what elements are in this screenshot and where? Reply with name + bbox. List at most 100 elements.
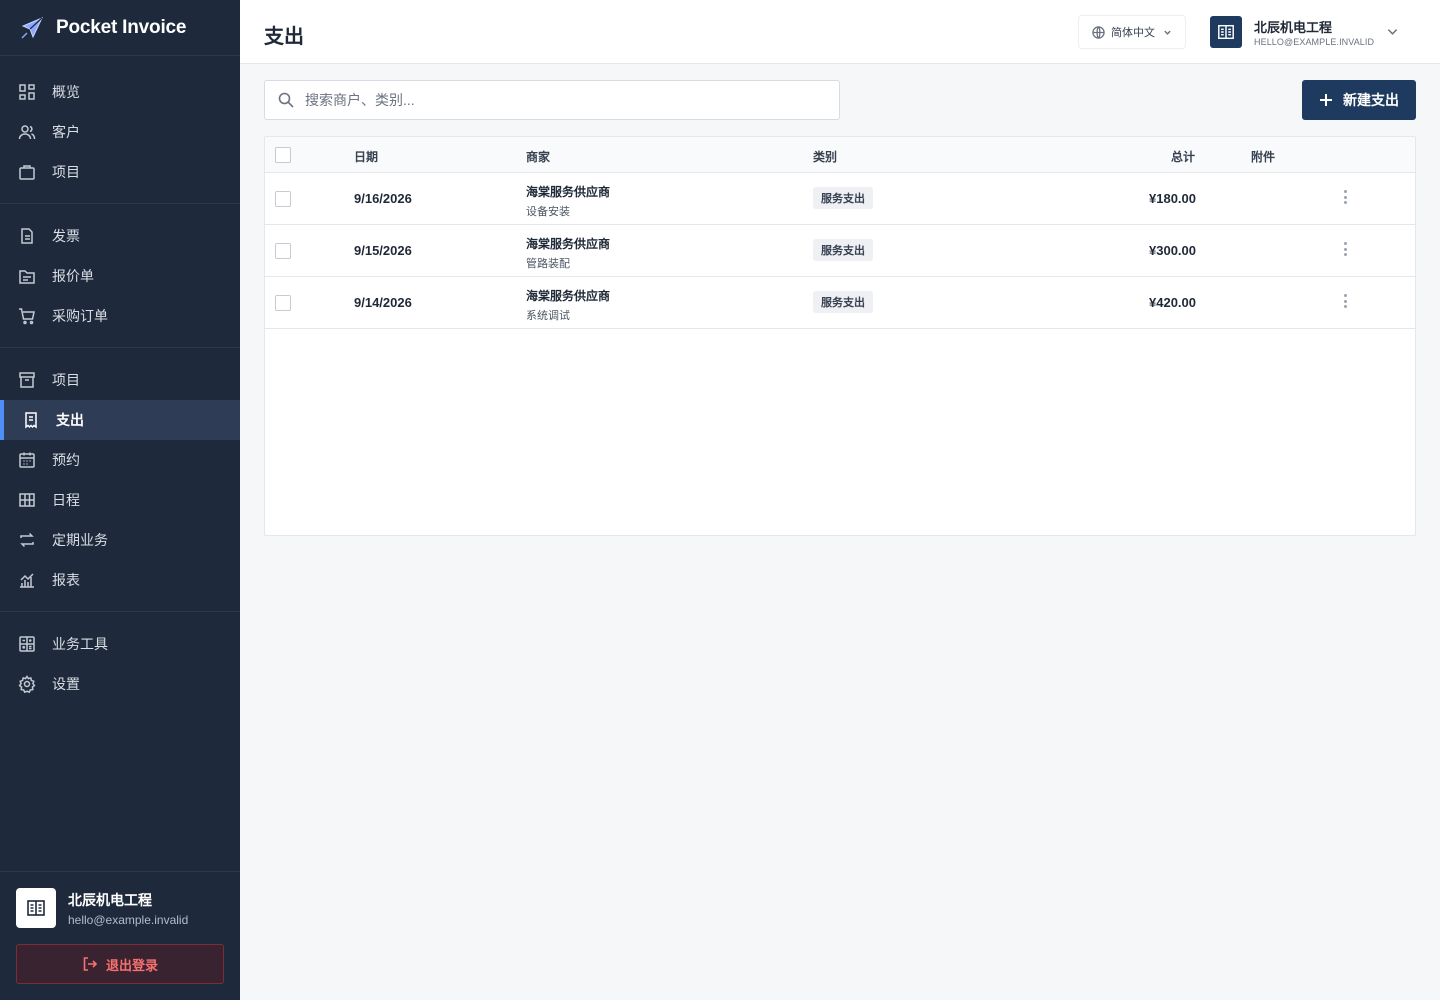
kebab-dot	[1343, 299, 1347, 303]
sidebar-item-business-tools[interactable]: 业务工具	[0, 624, 240, 664]
row-checkbox[interactable]	[275, 191, 291, 207]
sidebar-item-overview[interactable]: 概览	[0, 72, 240, 112]
expense-total: ¥300.00	[1149, 243, 1196, 258]
kebab-dot	[1343, 253, 1347, 256]
footer-company-name: 北辰机电工程	[68, 891, 152, 908]
top-header: 支出 简体中文 北辰机电工程 HELLO@EXAMPLE.INVALID	[240, 0, 1440, 64]
category-badge: 服务支出	[813, 187, 873, 209]
receipt-icon	[22, 411, 40, 429]
chart-icon	[18, 571, 36, 589]
sidebar-item-invoices[interactable]: 发票	[0, 216, 240, 256]
kebab-dot	[1343, 201, 1347, 204]
search-input[interactable]	[305, 92, 805, 108]
expense-total: ¥420.00	[1149, 295, 1196, 310]
sidebar-item-clients[interactable]: 客户	[0, 112, 240, 152]
sidebar-item-purchase-orders[interactable]: 采购订单	[0, 296, 240, 336]
company-avatar	[16, 888, 56, 928]
kebab-dot	[1343, 294, 1347, 297]
sidebar-footer: 北辰机电工程 hello@example.invalid 退出登录	[0, 871, 240, 1000]
building-icon	[27, 900, 45, 916]
sidebar: Pocket Invoice 概览 客户 项目 发票 报价单 采购订单 项目 支…	[0, 0, 240, 1000]
merchant-name: 海棠服务供应商	[526, 185, 611, 199]
search-box	[264, 80, 840, 120]
sidebar-item-recurring[interactable]: 定期业务	[0, 520, 240, 560]
account-menu[interactable]: 北辰机电工程 HELLO@EXAMPLE.INVALID	[1210, 15, 1410, 49]
kebab-dot	[1343, 190, 1347, 193]
logout-icon	[83, 957, 98, 971]
language-label: 简体中文	[1111, 27, 1155, 39]
row-checkbox[interactable]	[275, 295, 291, 311]
sidebar-item-label: 报表	[52, 572, 80, 588]
column-category[interactable]: 类别	[813, 148, 837, 165]
chevron-down-icon	[1164, 30, 1171, 35]
column-total[interactable]: 总计	[1171, 148, 1195, 165]
table-row[interactable]: 9/16/2026 海棠服务供应商 设备安装 服务支出 ¥180.00	[265, 173, 1415, 225]
merchant-name: 海棠服务供应商	[526, 289, 611, 303]
sidebar-item-label: 设置	[52, 676, 80, 692]
language-select[interactable]: 简体中文	[1078, 15, 1186, 49]
category-badge: 服务支出	[813, 291, 873, 313]
plus-icon	[1320, 94, 1332, 106]
footer-account[interactable]: 北辰机电工程 hello@example.invalid	[16, 888, 224, 928]
expense-date: 9/16/2026	[354, 191, 412, 206]
nav-group-sales: 发票 报价单 采购订单	[0, 204, 240, 348]
category-badge: 服务支出	[813, 239, 873, 261]
sidebar-item-label: 定期业务	[52, 532, 108, 548]
select-all-checkbox[interactable]	[275, 147, 291, 163]
sidebar-item-label: 发票	[52, 228, 80, 244]
sidebar-item-appointments[interactable]: 预约	[0, 440, 240, 480]
expenses-table: 日期 商家 类别 总计 附件 9/16/2026 海棠服务供应商 设备安装 服务…	[264, 136, 1416, 536]
sidebar-item-label: 项目	[52, 372, 80, 388]
sidebar-item-label: 业务工具	[52, 636, 108, 652]
briefcase-icon	[18, 163, 36, 181]
table-row[interactable]: 9/14/2026 海棠服务供应商 系统调试 服务支出 ¥420.00	[265, 277, 1415, 329]
sidebar-item-label: 项目	[52, 164, 80, 180]
sidebar-item-schedule[interactable]: 日程	[0, 480, 240, 520]
merchant-cell: 海棠服务供应商 设备安装	[526, 183, 610, 219]
sidebar-item-settings[interactable]: 设置	[0, 664, 240, 704]
expense-description: 设备安装	[526, 206, 570, 218]
sidebar-item-expenses[interactable]: 支出	[0, 400, 240, 440]
globe-icon	[1092, 25, 1105, 39]
calendar-icon	[18, 451, 36, 469]
expense-description: 系统调试	[526, 310, 570, 322]
cart-icon	[18, 307, 36, 325]
grid-icon	[18, 491, 36, 509]
users-icon	[18, 123, 36, 141]
row-checkbox[interactable]	[275, 243, 291, 259]
logout-button[interactable]: 退出登录	[16, 944, 224, 984]
document-icon	[18, 227, 36, 245]
column-merchant[interactable]: 商家	[526, 148, 550, 165]
sidebar-item-quotes[interactable]: 报价单	[0, 256, 240, 296]
repeat-icon	[18, 531, 36, 549]
row-actions-menu[interactable]	[1337, 240, 1353, 258]
expense-date: 9/15/2026	[354, 243, 412, 258]
sidebar-item-label: 日程	[52, 492, 80, 508]
new-expense-label: 新建支出	[1343, 92, 1399, 108]
nav-group-main: 概览 客户 项目	[0, 56, 240, 204]
expense-total: ¥180.00	[1149, 191, 1196, 206]
table-row[interactable]: 9/15/2026 海棠服务供应商 管路装配 服务支出 ¥300.00	[265, 225, 1415, 277]
table-header: 日期 商家 类别 总计 附件	[265, 137, 1415, 173]
sidebar-item-reports[interactable]: 报表	[0, 560, 240, 600]
brand[interactable]: Pocket Invoice	[0, 0, 240, 56]
new-expense-button[interactable]: 新建支出	[1302, 80, 1416, 120]
account-name: 北辰机电工程	[1254, 20, 1333, 35]
row-actions-menu[interactable]	[1337, 188, 1353, 206]
kebab-dot	[1343, 247, 1347, 251]
row-actions-menu[interactable]	[1337, 292, 1353, 310]
sidebar-item-items[interactable]: 项目	[0, 360, 240, 400]
sidebar-item-label: 客户	[52, 124, 80, 140]
calculator-icon	[18, 635, 36, 653]
sidebar-item-projects[interactable]: 项目	[0, 152, 240, 192]
nav-group-operations: 项目 支出 预约 日程 定期业务 报表	[0, 348, 240, 612]
page-title: 支出	[264, 26, 304, 48]
nav-group-tools: 业务工具 设置	[0, 612, 240, 715]
column-date[interactable]: 日期	[354, 148, 378, 165]
expense-date: 9/14/2026	[354, 295, 412, 310]
kebab-dot	[1343, 305, 1347, 308]
account-email: HELLO@EXAMPLE.INVALID	[1254, 37, 1375, 47]
search-icon	[278, 92, 294, 108]
folder-icon	[18, 267, 36, 285]
sidebar-item-label: 支出	[56, 412, 84, 428]
